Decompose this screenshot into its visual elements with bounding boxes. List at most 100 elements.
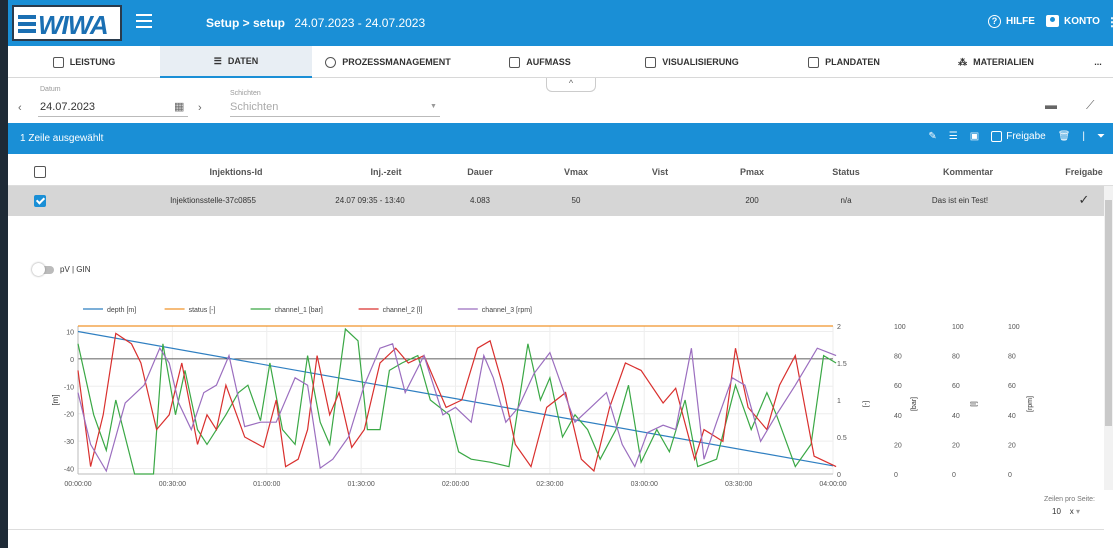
col-kommentar[interactable]: Kommentar	[943, 167, 993, 177]
top-bar: WIWA Setup > setup 24.07.2023 - 24.07.20…	[8, 0, 1113, 46]
x-tick-label: 00:30:00	[159, 481, 186, 488]
main-tabs: LEISTUNG ☰ DATEN PROZESSMANAGEMENT AUFMAS…	[8, 46, 1113, 78]
scrollbar[interactable]	[1104, 186, 1113, 490]
tab-label: LEISTUNG	[69, 57, 116, 67]
next-date-icon[interactable]: ›	[198, 102, 202, 114]
shift-underline	[230, 116, 440, 117]
menu-icon[interactable]	[136, 14, 152, 28]
account-button[interactable]: KONTO	[1046, 15, 1100, 27]
wiwa-logo[interactable]: WIWA	[12, 5, 122, 41]
collapse-chevron-icon[interactable]: ^	[546, 78, 596, 92]
tab-visualisierung[interactable]: VISUALISIERUNG	[616, 46, 768, 78]
x-tick-label: 03:00:00	[631, 481, 658, 488]
secondary-tick-label: 20	[952, 442, 960, 449]
export-icon[interactable]: ▣	[970, 131, 979, 142]
date-label: Datum	[40, 86, 61, 93]
col-vist[interactable]: Vist	[652, 167, 668, 177]
legend-label: channel_3 [rpm]	[482, 307, 532, 314]
x-tick-label: 01:00:00	[253, 481, 280, 488]
tab-label: ...	[1094, 57, 1102, 67]
col-pmax[interactable]: Pmax	[740, 167, 764, 177]
legend-label: channel_2 [l]	[383, 307, 423, 314]
edit-icon[interactable]: ✎	[928, 131, 936, 142]
more-vert-icon[interactable]: ⋮	[1106, 15, 1113, 29]
breadcrumb-dates: 24.07.2023 - 24.07.2023	[294, 16, 426, 30]
secondary-tick-label: 80	[894, 354, 902, 361]
pagination: Zeilen pro Seite: 10 x ▾	[1044, 496, 1095, 516]
tab-materialien[interactable]: ⁂ MATERIALIEN	[920, 46, 1072, 78]
calendar-icon[interactable]: ▦	[174, 100, 184, 113]
secondary-tick-label: 0.5	[837, 435, 847, 442]
shift-select[interactable]: Schichten	[230, 101, 278, 113]
rows-per-page-label: Zeilen pro Seite:	[1044, 496, 1095, 503]
table-row[interactable]: Injektionsstelle-37c0855 24.07 09:35 - 1…	[8, 186, 1104, 216]
toolbar-actions: ✎ ☰ ▣ Freigabe 🗑 | ⏷	[928, 131, 1105, 142]
list-view-icon[interactable]: ☰	[949, 131, 958, 142]
prev-date-icon[interactable]: ‹	[18, 102, 22, 114]
plus-box-icon	[808, 56, 820, 68]
tab-label: AUFMASS	[526, 57, 571, 67]
row-checkbox[interactable]	[34, 195, 46, 207]
clock-icon	[325, 56, 337, 68]
secondary-tick-label: 40	[894, 413, 902, 420]
y-tick-label: -40	[64, 467, 74, 474]
account-label: KONTO	[1064, 15, 1100, 27]
delete-icon[interactable]: 🗑	[1058, 131, 1071, 142]
x-tick-label: 02:00:00	[442, 481, 469, 488]
col-dauer[interactable]: Dauer	[467, 167, 493, 177]
cell-time: 24.07 09:35 - 13:40	[335, 196, 405, 205]
x-tick-label: 02:30:00	[536, 481, 563, 488]
divider: |	[1082, 131, 1085, 142]
tab-plandaten[interactable]: PLANDATEN	[768, 46, 920, 78]
legend-label: depth [m]	[107, 307, 136, 314]
date-input[interactable]: 24.07.2023	[40, 101, 95, 113]
tab-leistung[interactable]: LEISTUNG	[8, 46, 160, 78]
tab-daten[interactable]: ☰ DATEN	[160, 46, 312, 78]
tab-label: VISUALISIERUNG	[662, 57, 739, 67]
tab-aufmass[interactable]: AUFMASS	[464, 46, 616, 78]
list-icon: ☰	[213, 55, 222, 66]
tab-prozessmanagement[interactable]: PROZESSMANAGEMENT	[312, 46, 464, 78]
cell-released-checkmark: ✓	[1078, 192, 1090, 207]
keyboard-icon[interactable]: ▬	[1045, 98, 1057, 112]
dropdown-arrow-icon[interactable]: ▼	[430, 103, 437, 110]
col-injektions-id[interactable]: Injektions-Id	[209, 167, 262, 177]
trend-icon[interactable]: ⟋	[1086, 98, 1094, 113]
release-label: Freigabe	[1006, 131, 1046, 142]
secondary-tick-label: 60	[894, 383, 902, 390]
map-icon	[645, 56, 657, 68]
molecule-icon: ⁂	[958, 56, 968, 67]
cell-vmax: 50	[571, 196, 581, 205]
secondary-tick-label: 40	[1008, 413, 1016, 420]
help-label: HILFE	[1006, 16, 1035, 27]
legend-label: status [-]	[189, 307, 216, 314]
chart-area-icon	[52, 56, 64, 68]
help-button[interactable]: ? HILFE	[988, 15, 1035, 28]
rows-per-page-select[interactable]: 10 x ▾	[1052, 507, 1080, 516]
secondary-tick-label: 40	[952, 413, 960, 420]
cell-status: n/a	[840, 196, 852, 205]
release-button[interactable]: Freigabe	[991, 131, 1046, 142]
date-underline	[38, 116, 188, 117]
secondary-tick-label: 60	[952, 383, 960, 390]
filter-icon[interactable]: ⏷	[1097, 131, 1105, 142]
secondary-axis-title: [rpm]	[1027, 396, 1034, 412]
col-vmax[interactable]: Vmax	[564, 167, 588, 177]
col-status[interactable]: Status	[832, 167, 860, 177]
scrollbar-thumb[interactable]	[1105, 200, 1112, 426]
secondary-axis-title: [-]	[863, 401, 870, 407]
col-freigabe[interactable]: Freigabe	[1065, 167, 1103, 177]
legend-label: channel_1 [bar]	[275, 307, 323, 314]
secondary-tick-label: 100	[894, 324, 906, 331]
y-tick-label: 0	[70, 357, 74, 364]
col-inj-zeit[interactable]: Inj.-zeit	[371, 167, 402, 177]
clear-icon[interactable]: x	[1070, 507, 1074, 516]
dropdown-arrow-icon[interactable]: ▾	[1076, 507, 1080, 516]
y-tick-label: -10	[64, 384, 74, 391]
select-all-checkbox[interactable]	[34, 166, 46, 178]
y-tick-label: -30	[64, 439, 74, 446]
secondary-tick-label: 2	[837, 324, 841, 331]
breadcrumb: Setup > setup 24.07.2023 - 24.07.2023	[206, 16, 425, 30]
tab-more[interactable]: ...	[1083, 46, 1113, 78]
checkbox-icon	[991, 131, 1003, 142]
